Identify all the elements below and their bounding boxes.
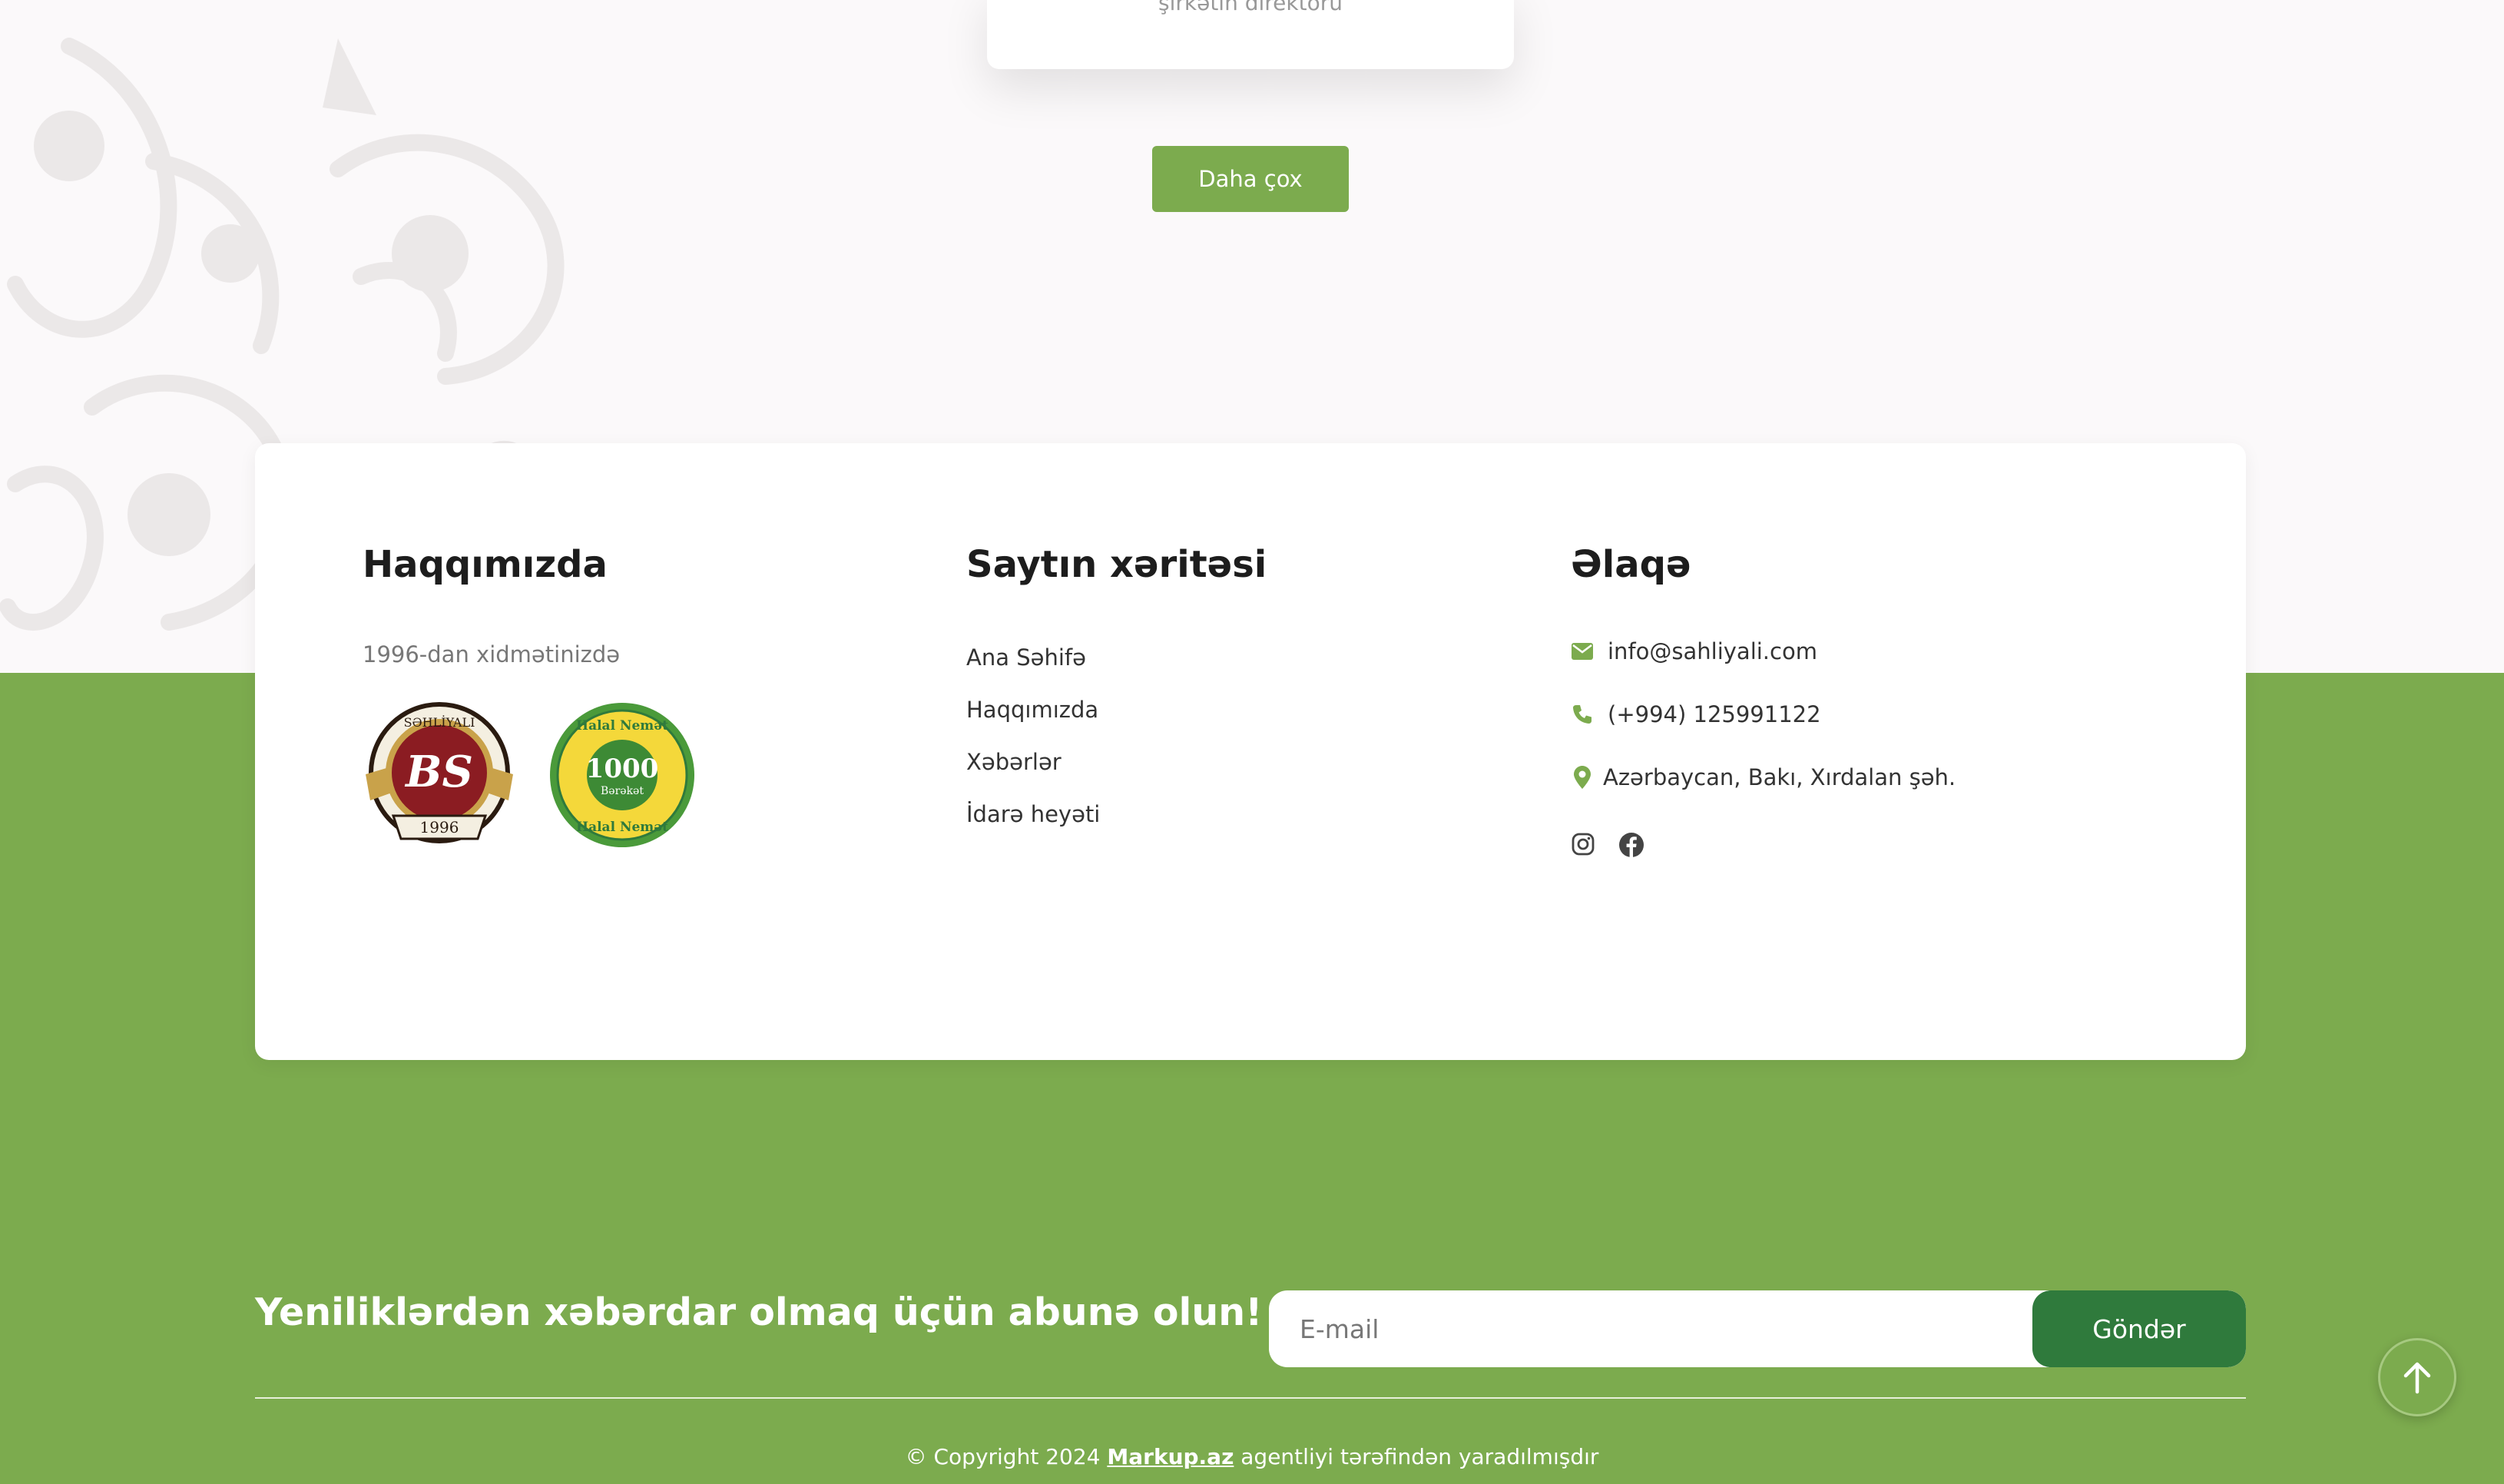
copyright-prefix: © Copyright 2024	[905, 1444, 1108, 1469]
contact-email-row[interactable]: info@sahliyali.com	[1571, 638, 1817, 664]
svg-text:Halal Nemət: Halal Nemət	[576, 820, 668, 835]
sitemap-link-home[interactable]: Ana Səhifə	[966, 644, 1086, 671]
scroll-to-top-button[interactable]	[2378, 1338, 2456, 1416]
instagram-icon[interactable]	[1571, 832, 1597, 858]
contact-phone: (+994) 125991122	[1608, 701, 1821, 727]
svg-text:Halal Nemət: Halal Nemət	[576, 718, 668, 734]
social-links	[1571, 832, 1644, 858]
footer-divider	[255, 1397, 2246, 1399]
about-title: Haqqımızda	[363, 543, 608, 586]
send-button[interactable]: Göndər	[2032, 1290, 2246, 1367]
phone-icon	[1571, 703, 1594, 726]
copyright: © Copyright 2024 Markup.az agentliyi tər…	[0, 1444, 2504, 1469]
envelope-icon	[1571, 640, 1594, 663]
sahliyali-logo: SƏHLİYALI BS 1996	[366, 702, 513, 843]
arrow-up-icon	[2403, 1362, 2431, 1394]
sitemap-link-board[interactable]: İdarə heyəti	[966, 801, 1100, 827]
more-button[interactable]: Daha çox	[1152, 146, 1349, 212]
news-card-bottom: şirkətin direktoru	[987, 0, 1514, 69]
svg-text:BS: BS	[404, 747, 473, 797]
svg-text:1996: 1996	[420, 818, 459, 836]
sitemap-link-about[interactable]: Haqqımızda	[966, 697, 1098, 723]
contact-address: Azərbaycan, Bakı, Xırdalan şəh.	[1603, 764, 1956, 790]
map-pin-icon	[1571, 766, 1594, 789]
email-input[interactable]	[1269, 1290, 2037, 1367]
subscribe-title: Yeniliklərdən xəbərdar olmaq üçün abunə …	[255, 1290, 1263, 1334]
halal-nemat-logo: Halal Nemət 1000 Bərəkət Halal Nemət	[550, 703, 694, 847]
copyright-suffix: agentliyi tərəfindən yaradılmışdır	[1234, 1444, 1599, 1469]
footer-card: Haqqımızda 1996-dan xidmətinizdə SƏHLİYA…	[255, 443, 2246, 1060]
subscribe-form: Göndər	[1269, 1290, 2246, 1367]
svg-text:1000: 1000	[586, 754, 659, 784]
contact-title: Əlaqə	[1571, 543, 1691, 586]
contact-phone-row[interactable]: (+994) 125991122	[1571, 701, 1821, 727]
svg-text:Bərəkət: Bərəkət	[601, 785, 644, 797]
contact-email: info@sahliyali.com	[1608, 638, 1817, 664]
sitemap-title: Saytın xəritəsi	[966, 543, 1267, 586]
news-card-author: şirkətin direktoru	[1158, 0, 1343, 15]
facebook-icon[interactable]	[1618, 832, 1644, 858]
svg-text:SƏHLİYALI: SƏHLİYALI	[404, 714, 475, 730]
about-text: 1996-dan xidmətinizdə	[363, 641, 621, 667]
sitemap-link-news[interactable]: Xəbərlər	[966, 749, 1062, 775]
contact-address-row: Azərbaycan, Bakı, Xırdalan şəh.	[1571, 764, 1956, 790]
agency-link[interactable]: Markup.az	[1107, 1444, 1234, 1469]
